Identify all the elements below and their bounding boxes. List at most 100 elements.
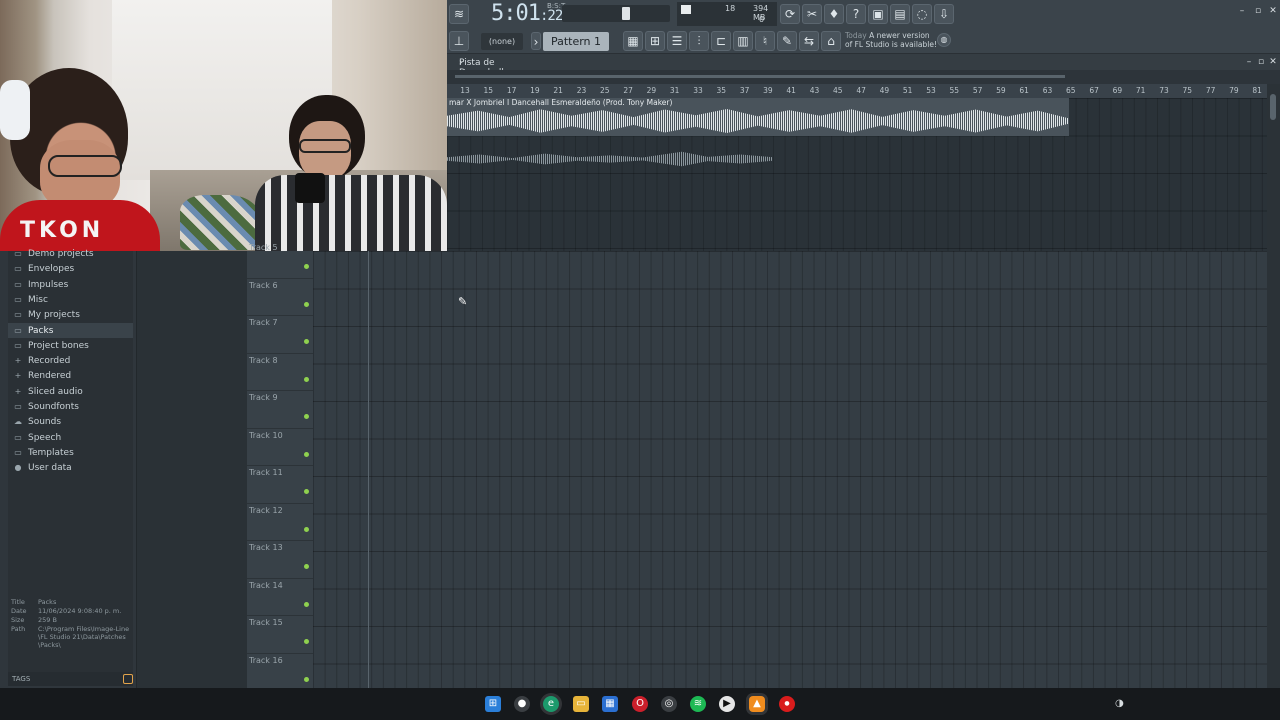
- audio-clip-vocal[interactable]: [447, 150, 773, 168]
- browser-item[interactable]: + Sliced audio: [8, 384, 133, 399]
- stamp-icon[interactable]: ⊥: [449, 31, 469, 51]
- pattern-picker[interactable]: (none): [481, 33, 523, 50]
- tags-bar[interactable]: TAGS: [8, 672, 133, 686]
- playlist-close-icon[interactable]: ✕: [1268, 57, 1278, 67]
- info-size-label: Size: [11, 616, 25, 624]
- menu-icon[interactable]: ≋: [449, 4, 469, 24]
- ruler-tick: 35: [716, 86, 727, 95]
- playlist-horizontal-scrollbar[interactable]: [447, 70, 1280, 84]
- track-header[interactable]: Track 11: [247, 466, 313, 504]
- recorder-icon[interactable]: ●: [779, 696, 795, 712]
- pattern-selector[interactable]: Pattern 1: [543, 32, 609, 51]
- download-icon[interactable]: ⇩: [934, 4, 954, 24]
- globe-icon[interactable]: ◍: [937, 33, 951, 47]
- playlist-icon[interactable]: ▦: [623, 31, 643, 51]
- tools-icon[interactable]: ✎: [777, 31, 797, 51]
- browser-item[interactable]: ▭ Packs: [8, 322, 133, 338]
- track-header[interactable]: Track 16: [247, 654, 313, 691]
- browser-item[interactable]: ● User data: [8, 460, 133, 475]
- loop-record-icon[interactable]: ⟳: [780, 4, 800, 24]
- spotify-icon[interactable]: ≋: [690, 696, 706, 712]
- search-taskbar-icon[interactable]: ●: [514, 696, 530, 712]
- playlist-grid[interactable]: [313, 251, 1267, 688]
- windows-start-icon[interactable]: ⊞: [485, 696, 501, 712]
- close-icon[interactable]: ✕: [1268, 6, 1278, 16]
- browser-item[interactable]: ▭ Impulses: [8, 277, 133, 292]
- track-mute-led-icon[interactable]: [304, 414, 309, 419]
- track-header[interactable]: Track 6: [247, 279, 313, 316]
- track-mute-led-icon[interactable]: [304, 564, 309, 569]
- store-icon[interactable]: ▦: [602, 696, 618, 712]
- track-mute-led-icon[interactable]: [304, 601, 309, 607]
- mixer-icon[interactable]: ▤: [890, 4, 910, 24]
- timeline-ruler[interactable]: 13 15 17 19 21 23 25 27 29 31 33 35 37 39 41 43 45 47 49 51…: [447, 84, 1267, 98]
- track-mute-led-icon[interactable]: [304, 376, 309, 382]
- file-explorer-icon[interactable]: ▭: [573, 696, 589, 712]
- browser-item[interactable]: ▭ Speech: [8, 430, 133, 445]
- maximize-icon[interactable]: ▫: [1253, 6, 1263, 16]
- playlist-vertical-scrollbar[interactable]: [1267, 84, 1280, 688]
- browser-item[interactable]: + Recorded: [8, 353, 133, 368]
- channel-rack-icon[interactable]: ☰: [667, 31, 687, 51]
- files-icon[interactable]: ▥: [733, 31, 753, 51]
- browser-item[interactable]: ▭ Misc: [8, 292, 133, 307]
- edge-browser-icon[interactable]: e: [543, 696, 559, 712]
- playlist-maximize-icon[interactable]: ▫: [1256, 57, 1266, 67]
- search-icon[interactable]: [123, 674, 133, 684]
- piano-roll-icon[interactable]: ⊞: [645, 31, 665, 51]
- cpu-monitor[interactable]: 18 394 MB 0: [677, 2, 777, 26]
- mixer-view-icon[interactable]: ⫶: [689, 31, 709, 51]
- news-panel[interactable]: Today A newer version of FL Studio is av…: [845, 31, 937, 49]
- track-header[interactable]: Track 15: [247, 616, 313, 654]
- track-header[interactable]: Track 9: [247, 391, 313, 429]
- playlist-minimize-icon[interactable]: –: [1244, 57, 1254, 67]
- track-mute-led-icon[interactable]: [304, 339, 309, 344]
- folder-icon: ▭: [14, 249, 22, 258]
- track-mute-led-icon[interactable]: [304, 451, 309, 457]
- audio-clip-main[interactable]: mar X Jombriel I Dancehall Esmeraldeño (…: [447, 98, 1069, 136]
- track-mute-led-icon[interactable]: [304, 489, 309, 494]
- track-header[interactable]: Track 14: [247, 579, 313, 616]
- track-header[interactable]: Track 13: [247, 541, 313, 579]
- fl-studio-icon[interactable]: ▲: [749, 696, 765, 712]
- browser-view-icon[interactable]: ⊏: [711, 31, 731, 51]
- shop-icon[interactable]: ⌂: [821, 31, 841, 51]
- track-mute-led-icon[interactable]: [304, 676, 309, 682]
- pattern-prev-icon[interactable]: ›: [531, 32, 541, 50]
- cut-icon[interactable]: ✂: [802, 4, 822, 24]
- opera-icon[interactable]: O: [632, 696, 648, 712]
- browser-item[interactable]: ☁ Sounds: [8, 414, 133, 429]
- master-volume-slider[interactable]: [562, 5, 670, 22]
- browser-item[interactable]: ▭ Envelopes: [8, 261, 133, 276]
- browser-item[interactable]: ▭ Templates: [8, 445, 133, 460]
- track-mute-led-icon[interactable]: [304, 264, 309, 269]
- track-header[interactable]: Track 10: [247, 429, 313, 466]
- browser-item[interactable]: ▭ Demo projects: [8, 246, 133, 261]
- media-player-icon[interactable]: ▶: [719, 696, 735, 712]
- browser-item[interactable]: ▭ My projects: [8, 307, 133, 322]
- chrome-icon[interactable]: ◎: [661, 696, 677, 712]
- playlist-title-bar[interactable]: Pista de Dancehall 2025 Jossimar X Jombr…: [447, 54, 1280, 148]
- track-mute-led-icon[interactable]: [304, 526, 309, 532]
- save-icon[interactable]: ▣: [868, 4, 888, 24]
- browser-item-label: Project bones: [28, 340, 89, 351]
- track-header[interactable]: Track 8: [247, 354, 313, 391]
- minimize-icon[interactable]: –: [1237, 6, 1247, 16]
- plugin-icon[interactable]: ♮: [755, 31, 775, 51]
- browser-item-label: Rendered: [28, 371, 72, 382]
- browser-item[interactable]: ▭ Soundfonts: [8, 399, 133, 414]
- help-icon[interactable]: ?: [846, 4, 866, 24]
- track-header[interactable]: Track 12: [247, 504, 313, 541]
- track-header[interactable]: Track 5: [247, 241, 313, 279]
- track-header[interactable]: Track 7: [247, 316, 313, 354]
- browser-item[interactable]: ▭ Project bones: [8, 338, 133, 353]
- chat-icon[interactable]: ◌: [912, 4, 932, 24]
- view-icon[interactable]: ⇆: [799, 31, 819, 51]
- folder-icon: ▭: [14, 279, 22, 289]
- track-mute-led-icon[interactable]: [304, 301, 309, 307]
- browser-item[interactable]: + Rendered: [8, 368, 133, 383]
- network-icon[interactable]: ◑: [1115, 698, 1127, 710]
- track-mute-led-icon[interactable]: [304, 639, 309, 644]
- ruler-tick: 31: [669, 86, 680, 95]
- microphone-icon[interactable]: ♦: [824, 4, 844, 24]
